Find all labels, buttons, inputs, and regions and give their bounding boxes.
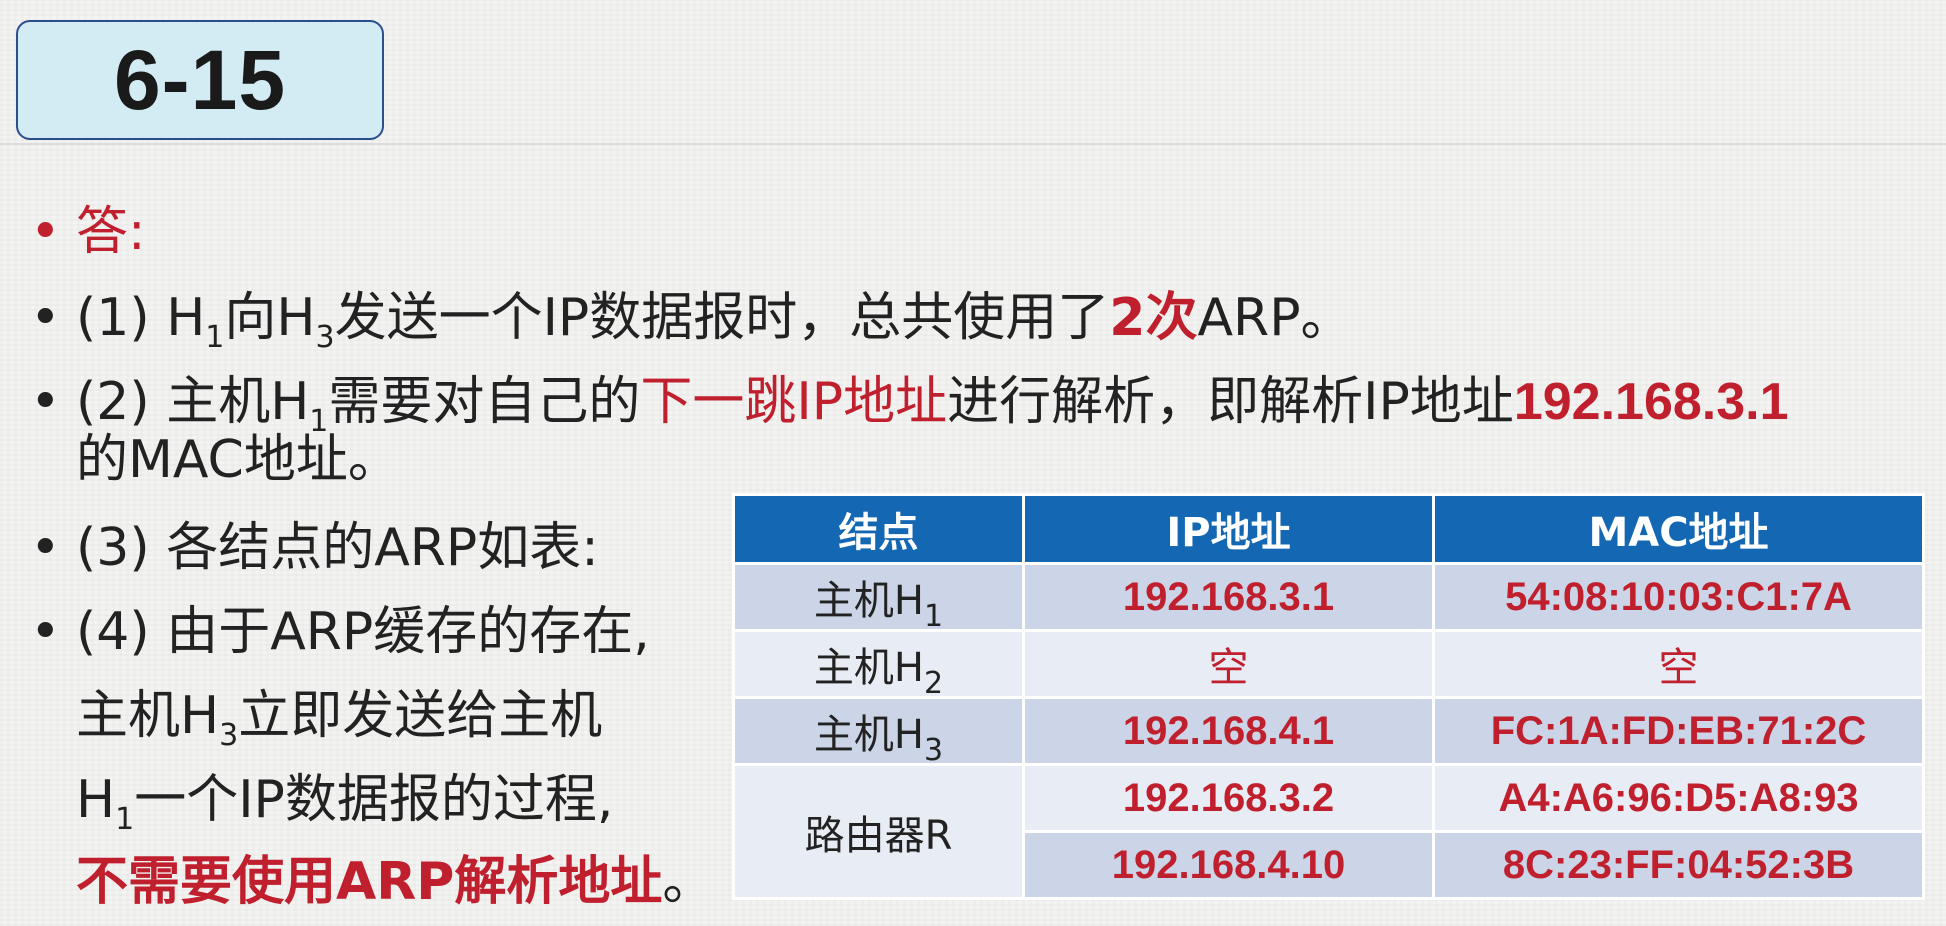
ip-cell: 192.168.4.10 — [1022, 830, 1435, 900]
answer-heading: • 答: — [30, 202, 146, 262]
mac-cell: A4:A6:96:D5:A8:93 — [1432, 763, 1925, 833]
table-row: 主机H3 192.168.4.1 FC:1A:FD:EB:71:2C — [732, 696, 1925, 766]
ip-cell: 空 — [1022, 629, 1435, 699]
point-1: • (1) H1向H3发送一个IP数据报时，总共使用了2次ARP。 — [30, 288, 1353, 355]
header-node: 结点 — [732, 493, 1025, 565]
bullet-icon: • — [30, 518, 61, 578]
point-4-line-2: 主机H3立即发送给主机 — [76, 686, 603, 753]
point-4: • (4) 由于ARP缓存的存在, — [30, 602, 650, 662]
table-row: 路由器R 192.168.3.2 A4:A6:96:D5:A8:93 — [732, 763, 1925, 900]
header-ip: IP地址 — [1022, 493, 1435, 565]
point-2-continued: 的MAC地址。 — [76, 430, 400, 490]
bullet-icon: • — [30, 602, 61, 662]
ip-cell: 192.168.3.1 — [1022, 562, 1435, 632]
bullet-icon: • — [30, 202, 61, 262]
ip-cell: 192.168.4.1 — [1022, 696, 1435, 766]
node-cell: 主机H2 — [732, 629, 1025, 699]
arp-table: 结点 IP地址 MAC地址 主机H1 192.168.3.1 54:08:10:… — [732, 493, 1925, 900]
mac-cell: FC:1A:FD:EB:71:2C — [1432, 696, 1925, 766]
mac-cell: 8C:23:FF:04:52:3B — [1432, 830, 1925, 900]
table-row: 主机H1 192.168.3.1 54:08:10:03:C1:7A — [732, 562, 1925, 632]
node-cell: 路由器R — [732, 763, 1025, 900]
header-mac: MAC地址 — [1432, 493, 1925, 565]
point-3: • (3) 各结点的ARP如表: — [30, 518, 599, 578]
header-divider — [0, 143, 1946, 145]
table-row: 主机H2 空 空 — [732, 629, 1925, 699]
table-header-row: 结点 IP地址 MAC地址 — [732, 493, 1925, 565]
title-box: 6-15 — [16, 20, 384, 140]
bullet-icon: • — [30, 372, 61, 432]
point-4-line-3: H1一个IP数据报的过程, — [76, 770, 614, 837]
slide-title: 6-15 — [113, 32, 287, 127]
bullet-icon: • — [30, 288, 61, 348]
mac-cell: 空 — [1432, 629, 1925, 699]
point-4-line-4: 不需要使用ARP解析地址。 — [76, 852, 715, 912]
node-cell: 主机H3 — [732, 696, 1025, 766]
node-cell: 主机H1 — [732, 562, 1025, 632]
ip-cell: 192.168.3.2 — [1022, 763, 1435, 833]
mac-cell: 54:08:10:03:C1:7A — [1432, 562, 1925, 632]
point-2: • (2) 主机H1需要对自己的下一跳IP地址进行解析，即解析IP地址192.16… — [30, 372, 1789, 439]
